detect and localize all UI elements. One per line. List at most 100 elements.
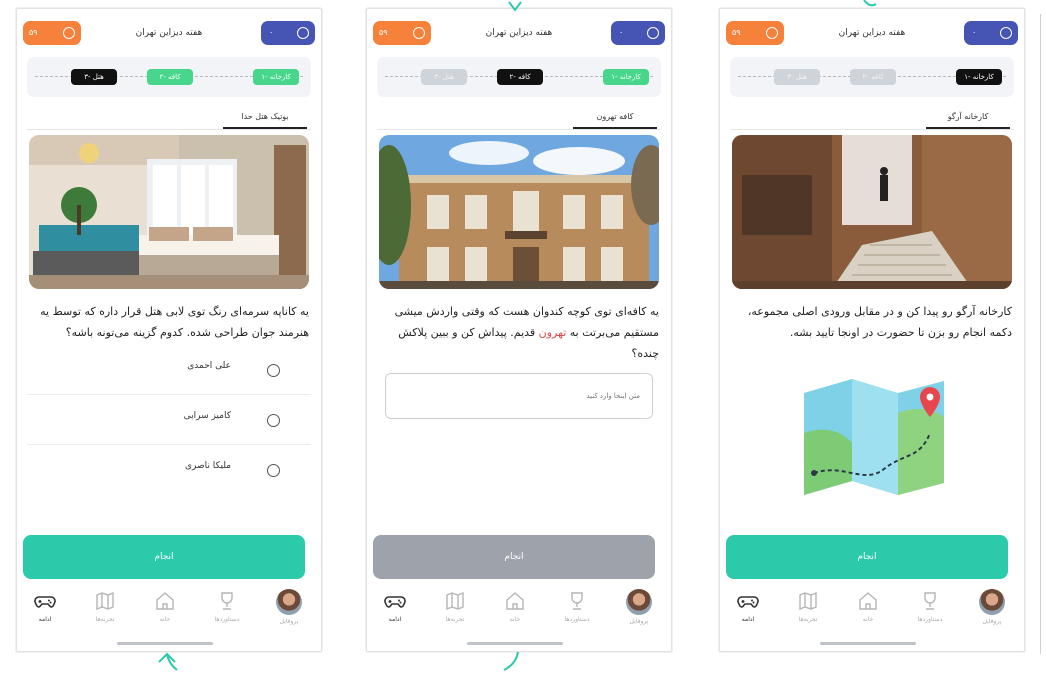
option-label: ملیکا ناصری [185,461,231,471]
tab-divider [27,129,311,130]
answer-input[interactable] [386,374,652,418]
edge-divider [1040,14,1041,654]
nav-label: پروفایل [279,618,299,625]
question-text: یه کاناپه سرمه‌ای رنگ توی لابی هتل قرار … [40,305,309,339]
timer-icon [297,27,309,39]
radio-button[interactable] [267,414,280,427]
progress-steps: ۱- کارخانه ۲- کافه ۳- هتل [27,57,311,97]
step-factory[interactable]: ۱- کارخانه [603,69,649,85]
step-hotel[interactable]: ۳- هتل [421,69,467,85]
highlighted-word: تهرون [538,326,567,339]
nav-label: تجربه‌ها [95,616,115,623]
tab-divider [377,129,661,130]
submit-button[interactable]: انجام [373,535,655,579]
nav-label: پروفایل [982,618,1002,625]
tab-divider [730,129,1014,130]
nav-item-home[interactable]: خانه [137,589,193,623]
home-indicator [467,642,563,645]
nav-item-profile[interactable]: پروفایل [261,589,317,625]
step-cafe[interactable]: ۲- کافه [497,69,543,85]
top-bar: ۵۹ هفته دیزاین تهران ۰ [726,21,1018,47]
home-indicator [820,642,916,645]
option-row[interactable]: علی احمدی [27,345,311,395]
nav-label: پروفایل [629,618,649,625]
nav-item-profile[interactable]: پروفایل [611,589,667,625]
step-hotel[interactable]: ۳- هتل [774,69,820,85]
radio-button[interactable] [267,464,280,477]
step-factory[interactable]: ۱- کارخانه [253,69,299,85]
nav-item-achievements[interactable]: دستاوردها [549,589,605,623]
status-value: ۰ [619,28,624,37]
location-tab[interactable]: بوتیک هتل حدا [223,109,307,129]
step-cafe[interactable]: ۲- کافه [147,69,193,85]
progress-steps: ۱- کارخانه ۲- کافه ۳- هتل [377,57,661,97]
nav-item-home[interactable]: خانه [487,589,543,623]
nav-item-home[interactable]: خانه [840,589,896,623]
flow-arrow-icon [508,1,522,12]
top-bar: ۵۹ هفته دیزاین تهران ۰ [23,21,315,47]
cafe-building-photo [379,135,659,289]
nav-label: تجربه‌ها [445,616,465,623]
bottom-nav: ادامه تجربه‌ها خانه دستاوردها پروفایل [367,583,671,639]
score-pill[interactable]: ۵۹ [23,21,81,45]
nav-label: خانه [862,616,874,623]
timer-icon [1000,27,1012,39]
map-icon [446,591,464,611]
avatar [626,589,652,615]
coin-icon [63,27,75,39]
nav-label: خانه [159,616,171,623]
option-row[interactable]: کامیز سرابی [27,395,311,445]
coin-icon [413,27,425,39]
status-pill[interactable]: ۰ [611,21,665,45]
avatar [979,589,1005,615]
status-pill[interactable]: ۰ [964,21,1018,45]
progress-steps: ۱- کارخانه ۲- کافه ۳- هتل [730,57,1014,97]
location-tab[interactable]: کارخانه آرگو [926,109,1010,129]
status-value: ۰ [269,28,274,37]
nav-item-experiences[interactable]: تجربه‌ها [427,589,483,623]
top-bar: ۵۹ هفته دیزاین تهران ۰ [373,21,665,47]
submit-button[interactable]: انجام [726,535,1008,579]
nav-item-achievements[interactable]: دستاوردها [902,589,958,623]
status-value: ۰ [972,28,977,37]
phone-screen-factory: ۵۹ هفته دیزاین تهران ۰ ۱- کارخانه ۲- کاف… [719,8,1025,652]
radio-button[interactable] [267,364,280,377]
submit-button[interactable]: انجام [23,535,305,579]
gamepad-icon [737,596,759,608]
step-hotel[interactable]: ۳- هتل [71,69,117,85]
nav-label: دستاوردها [214,616,240,623]
option-label: کامیز سرابی [183,411,231,421]
nav-item-continue[interactable]: ادامه [17,589,73,623]
nav-item-experiences[interactable]: تجربه‌ها [77,589,133,623]
option-row[interactable]: ملیکا ناصری [27,445,311,495]
option-label: علی احمدی [187,361,231,371]
location-tab[interactable]: کافه تهرون [573,109,657,129]
home-icon [156,592,174,610]
score-pill[interactable]: ۵۹ [726,21,784,45]
nav-item-profile[interactable]: پروفایل [964,589,1020,625]
nav-item-continue[interactable]: ادامه [367,589,423,623]
phone-screen-cafe: ۵۹ هفته دیزاین تهران ۰ ۱- کارخانه ۲- کاف… [366,8,672,652]
factory-stairs-photo [732,135,1012,289]
map-icon [96,591,114,611]
nav-item-achievements[interactable]: دستاوردها [199,589,255,623]
bottom-nav: ادامه تجربه‌ها خانه دستاوردها پروفایل [17,583,321,639]
hotel-room-photo [29,135,309,289]
nav-item-experiences[interactable]: تجربه‌ها [780,589,836,623]
page-title: هفته دیزاین تهران [485,28,553,38]
step-factory[interactable]: ۱- کارخانه [956,69,1002,85]
score-pill[interactable]: ۵۹ [373,21,431,45]
home-indicator [117,642,213,645]
step-cafe[interactable]: ۲- کافه [850,69,896,85]
nav-item-continue[interactable]: ادامه [720,589,776,623]
nav-label: ادامه [741,616,755,623]
nav-label: دستاوردها [917,616,943,623]
nav-label: دستاوردها [564,616,590,623]
map-illustration [794,373,954,501]
nav-label: ادامه [388,616,402,623]
trophy-icon [924,592,936,610]
timer-icon [647,27,659,39]
nav-label: خانه [509,616,521,623]
status-pill[interactable]: ۰ [261,21,315,45]
score-value: ۵۹ [732,28,741,37]
